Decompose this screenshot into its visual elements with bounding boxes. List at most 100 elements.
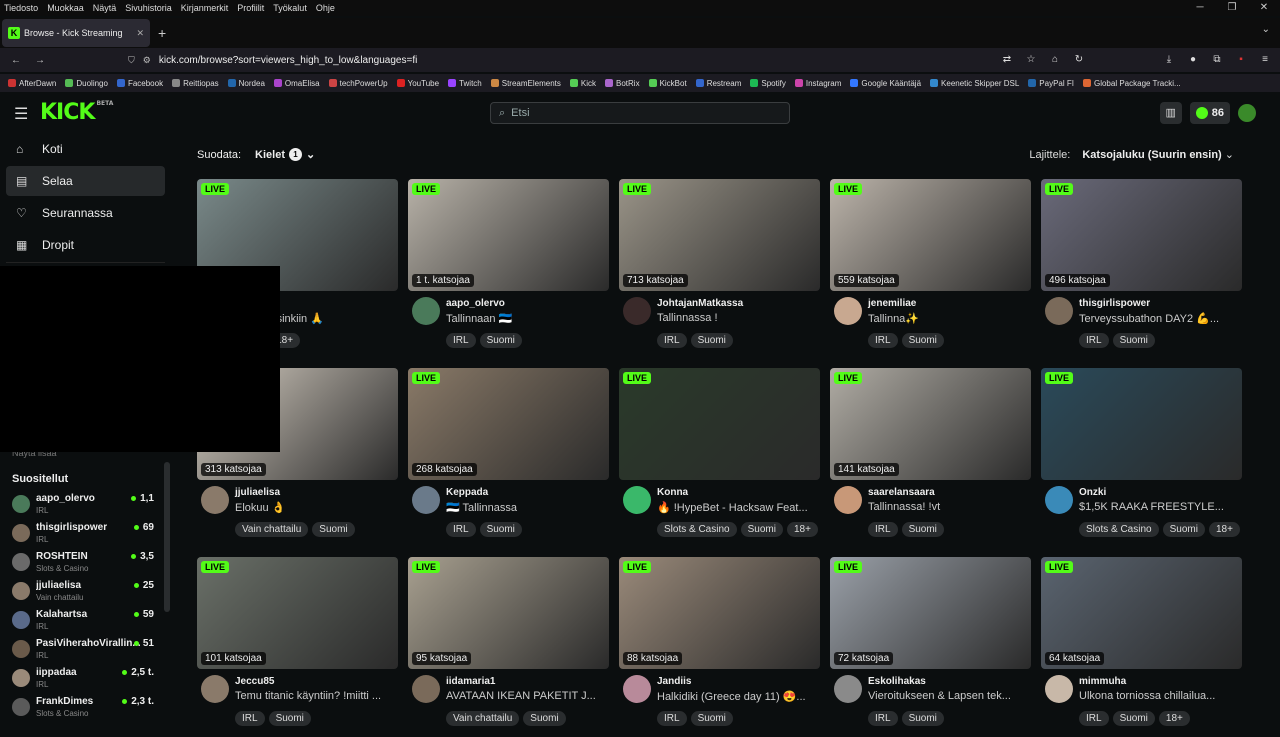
stream-title[interactable]: Temu titanic käyntiin? !miitti ...: [235, 690, 395, 702]
stream-tag[interactable]: IRL: [868, 522, 898, 537]
new-tab-icon[interactable]: +: [158, 25, 166, 41]
stream-card[interactable]: LIVE 72 katsojaa Eskolihakas Vieroitukseen …: [830, 557, 1031, 737]
stream-tag[interactable]: 18+: [1208, 522, 1240, 537]
stream-tag[interactable]: Suomi: [690, 333, 733, 348]
sort-select[interactable]: Katsojaluku (Suurin ensin) ⌄: [1082, 148, 1234, 161]
extension-red-icon[interactable]: ▪: [1232, 50, 1250, 70]
back-icon[interactable]: ←: [4, 55, 28, 66]
stream-tag[interactable]: Suomi: [690, 711, 733, 726]
stream-thumbnail[interactable]: LIVE 1 t. katsojaa: [408, 179, 609, 291]
close-tab-icon[interactable]: ✕: [136, 28, 144, 39]
sidebar-item-seurannassa[interactable]: ♡ Seurannassa: [6, 198, 165, 228]
stream-tag[interactable]: IRL: [235, 711, 265, 726]
streamer-name[interactable]: jjuliaelisa: [235, 487, 280, 498]
stream-tag[interactable]: IRL: [657, 333, 687, 348]
suggested-channel[interactable]: aapo_olervo IRL 1,1: [12, 491, 160, 519]
sidebar-item-selaa[interactable]: ▤ Selaa: [6, 166, 165, 196]
user-avatar[interactable]: [1238, 104, 1256, 122]
stream-tag[interactable]: IRL: [657, 711, 687, 726]
streamer-avatar[interactable]: [834, 675, 862, 703]
menu-item-4[interactable]: Kirjanmerkit: [181, 3, 229, 13]
stream-tag[interactable]: Vain chattailu: [235, 522, 309, 537]
suggested-channel[interactable]: thisgirlispower IRL 69: [12, 520, 160, 548]
streamer-avatar[interactable]: [1045, 486, 1073, 514]
bookmark-item[interactable]: OmaElisa: [273, 79, 320, 88]
streamer-avatar[interactable]: [1045, 675, 1073, 703]
streamer-name[interactable]: Eskolihakas: [868, 676, 926, 687]
streamer-name[interactable]: Keppada: [446, 487, 488, 498]
kick-logo[interactable]: KICK BETA: [40, 100, 113, 125]
translate-icon[interactable]: ⇄: [998, 50, 1016, 70]
bookmark-item[interactable]: Kick: [569, 79, 596, 88]
stream-thumbnail[interactable]: LIVE 268 katsojaa: [408, 368, 609, 480]
stream-tag[interactable]: Suomi: [268, 711, 311, 726]
bookmark-item[interactable]: Reittiopas: [172, 79, 219, 88]
stream-tag[interactable]: IRL: [1079, 333, 1109, 348]
close-window-icon[interactable]: ✕: [1248, 0, 1280, 16]
sidebar-scrollbar[interactable]: [164, 462, 170, 612]
stream-card[interactable]: LIVE 141 katsojaa saarelansaara Tallinnassa…: [830, 368, 1031, 548]
bookmark-item[interactable]: AfterDawn: [8, 79, 56, 88]
streamer-avatar[interactable]: [412, 297, 440, 325]
stream-title[interactable]: Halkidiki (Greece day 11) 😍...: [657, 690, 817, 703]
stream-tag[interactable]: Suomi: [1162, 522, 1205, 537]
bookmark-item[interactable]: YouTube: [396, 79, 439, 88]
stream-title[interactable]: Ulkona torniossa chillailua...: [1079, 690, 1239, 702]
menu-item-0[interactable]: Tiedosto: [4, 3, 38, 13]
downloads-icon[interactable]: ⤓: [1160, 50, 1178, 70]
streamer-avatar[interactable]: [834, 486, 862, 514]
sidebar-item-dropit[interactable]: ▦ Dropit: [6, 230, 165, 260]
stream-tag[interactable]: IRL: [446, 522, 476, 537]
layout-toggle-icon[interactable]: ▥: [1159, 102, 1182, 124]
stream-title[interactable]: $1,5K RAAKA FREESTYLE...: [1079, 501, 1239, 513]
stream-thumbnail[interactable]: LIVE 559 katsojaa: [830, 179, 1031, 291]
stream-card[interactable]: LIVE 88 katsojaa Jandiis Halkidiki (Greece …: [619, 557, 820, 737]
search-input[interactable]: ⌕ Etsi: [490, 102, 790, 124]
bookmark-item[interactable]: StreamElements: [490, 79, 561, 88]
stream-thumbnail[interactable]: LIVE: [1041, 368, 1242, 480]
stream-tag[interactable]: Suomi: [1112, 333, 1155, 348]
reload-icon[interactable]: ↻: [1070, 50, 1088, 70]
bookmark-item[interactable]: Twitch: [448, 79, 482, 88]
bookmark-item[interactable]: Google Kääntäjä: [850, 79, 921, 88]
languages-filter-button[interactable]: Kielet 1 ⌄: [255, 148, 315, 161]
menu-item-5[interactable]: Profiilit: [237, 3, 264, 13]
hamburger-menu-icon[interactable]: ☰: [14, 104, 28, 124]
streamer-name[interactable]: mimmuha: [1079, 676, 1126, 687]
account-icon[interactable]: ●: [1184, 50, 1202, 70]
stream-tag[interactable]: Suomi: [312, 522, 355, 537]
stream-tag[interactable]: Suomi: [479, 333, 522, 348]
bookmark-item[interactable]: Spotify: [750, 79, 786, 88]
stream-tag[interactable]: Suomi: [901, 522, 944, 537]
extensions-icon[interactable]: ⧉: [1208, 50, 1226, 70]
streamer-name[interactable]: iidamaria1: [446, 676, 495, 687]
suggested-channel[interactable]: FrankDimes Slots & Casino 2,3 t.: [12, 694, 160, 722]
streamer-avatar[interactable]: [623, 297, 651, 325]
menu-item-3[interactable]: Sivuhistoria: [125, 3, 172, 13]
bookmark-item[interactable]: KickBot: [648, 79, 687, 88]
stream-tag[interactable]: 18+: [786, 522, 818, 537]
bookmark-item[interactable]: Nordea: [227, 79, 265, 88]
bookmark-item[interactable]: Duolingo: [65, 79, 108, 88]
bookmark-item[interactable]: PayPal FI: [1028, 79, 1074, 88]
stream-thumbnail[interactable]: LIVE 713 katsojaa: [619, 179, 820, 291]
bookmark-item[interactable]: Restream: [695, 79, 741, 88]
menu-item-1[interactable]: Muokkaa: [47, 3, 84, 13]
bookmark-item[interactable]: techPowerUp: [328, 79, 388, 88]
streamer-name[interactable]: Onzki: [1079, 487, 1106, 498]
stream-tag[interactable]: Slots & Casino: [657, 522, 737, 537]
home-browser-icon[interactable]: ⌂: [1046, 50, 1064, 70]
suggested-channel[interactable]: jjuliaelisa Vain chattailu 25: [12, 578, 160, 606]
streamer-avatar[interactable]: [201, 486, 229, 514]
stream-thumbnail[interactable]: LIVE 95 katsojaa: [408, 557, 609, 669]
stream-thumbnail[interactable]: LIVE 141 katsojaa: [830, 368, 1031, 480]
stream-tag[interactable]: Vain chattailu: [446, 711, 520, 726]
stream-tag[interactable]: Suomi: [901, 711, 944, 726]
suggested-channel[interactable]: ROSHTEIN Slots & Casino 3,5: [12, 549, 160, 577]
stream-card[interactable]: LIVE 1 t. katsojaa aapo_olervo Tallinnaan 🇪…: [408, 179, 609, 359]
stream-card[interactable]: LIVE 559 katsojaa jenemiliae Tallinna✨ IRL Su…: [830, 179, 1031, 359]
minimize-icon[interactable]: ─: [1184, 0, 1216, 16]
restore-icon[interactable]: ❐: [1216, 0, 1248, 16]
stream-title[interactable]: Vieroitukseen & Lapsen tek...: [868, 690, 1028, 702]
stream-tag[interactable]: Suomi: [479, 522, 522, 537]
